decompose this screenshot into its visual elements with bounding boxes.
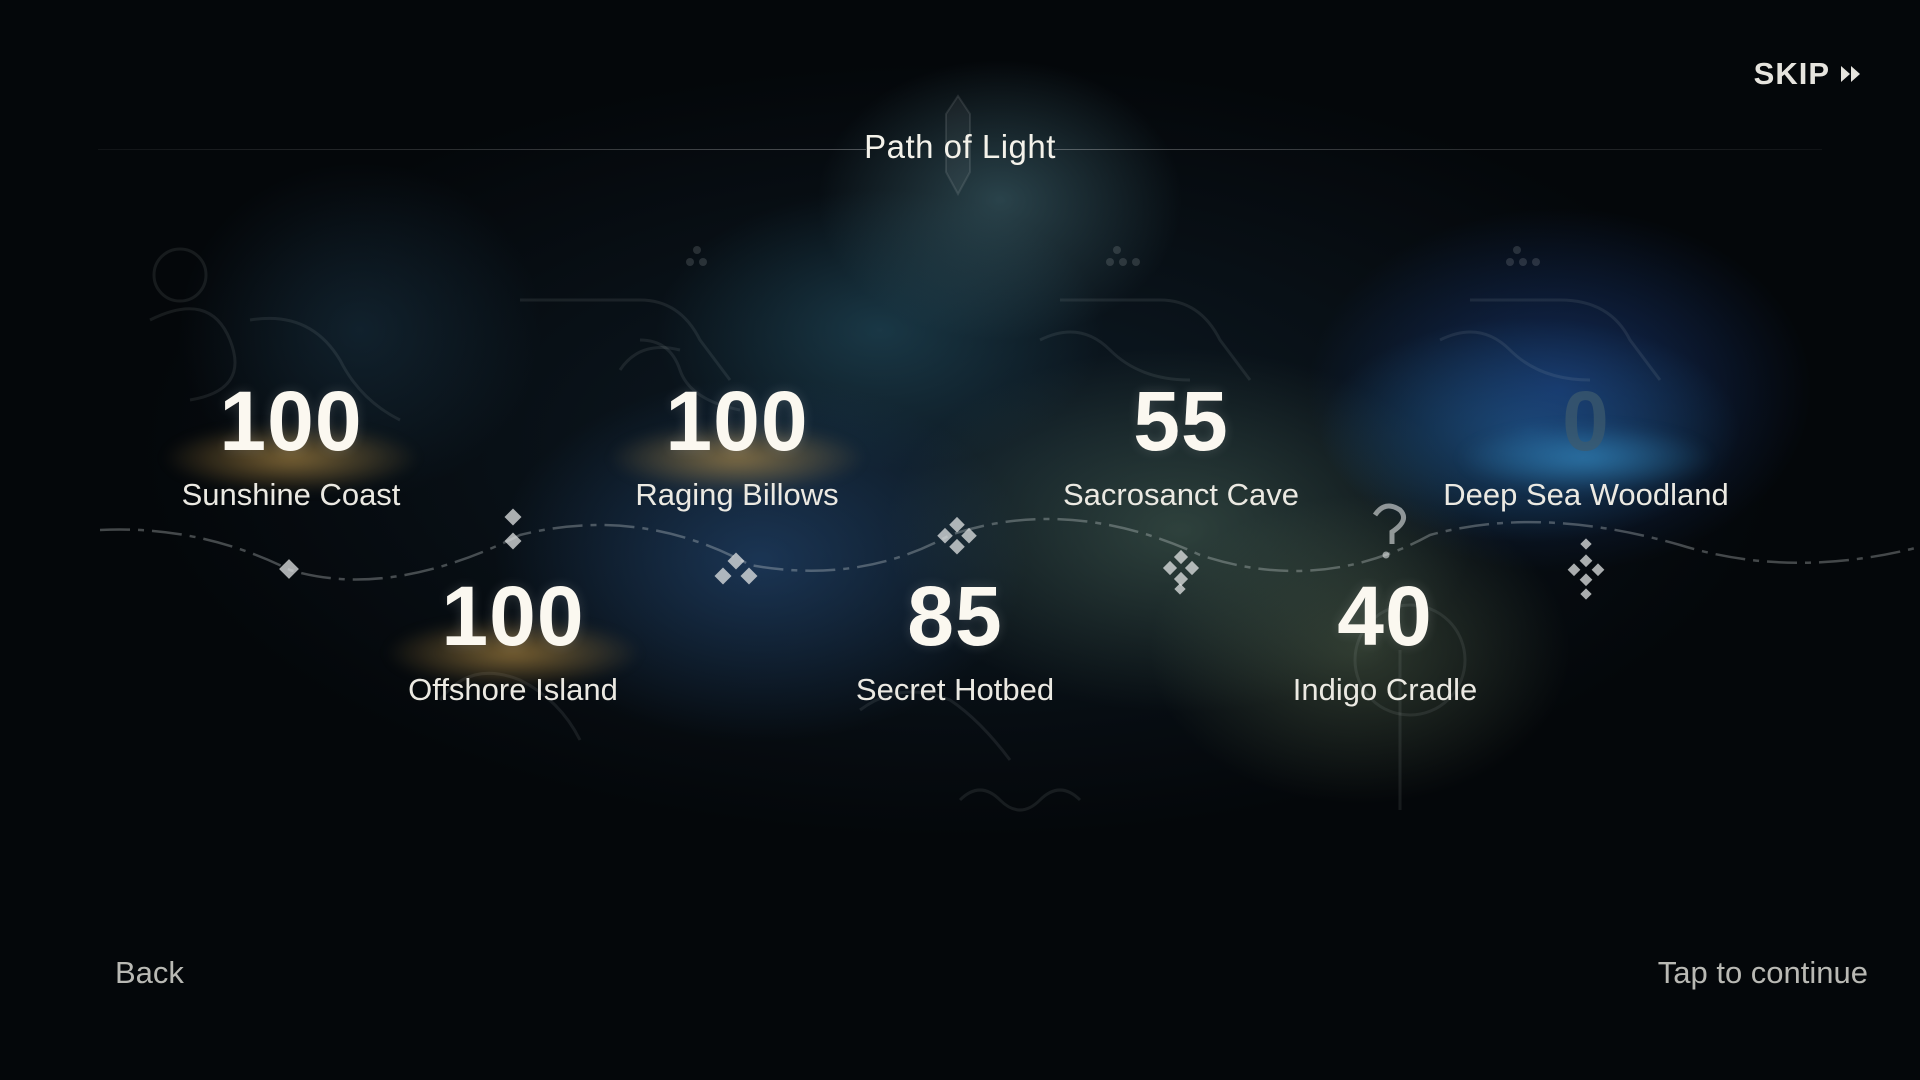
area-name: Raging Billows [635,477,839,512]
area-name: Indigo Cradle [1292,672,1478,707]
area-score: 100 [441,569,585,663]
page-title: Path of Light [864,128,1056,165]
area-name: Secret Hotbed [855,672,1055,707]
area-offshore-island: 100 Offshore Island [333,570,693,708]
area-score: 40 [1337,569,1433,663]
area-raging-billows: 100 Raging Billows [557,375,917,513]
area-secret-hotbed: 85 Secret Hotbed [775,570,1135,708]
title-rule-right [1054,149,1822,150]
area-name: Deep Sea Woodland [1443,477,1729,512]
tap-to-continue-prompt[interactable]: Tap to continue [1658,955,1868,991]
area-sunshine-coast: 100 Sunshine Coast [111,375,471,513]
area-name: Sacrosanct Cave [1062,477,1300,512]
results-screen[interactable]: Path of Light SKIP 100 Sunshine Coast 10… [0,0,1920,1080]
area-score: 100 [219,374,363,468]
area-score: 55 [1133,374,1229,468]
area-sacrosanct-cave: 55 Sacrosanct Cave [1001,375,1361,513]
fast-forward-icon [1841,66,1860,82]
area-indigo-cradle: 40 Indigo Cradle [1205,570,1565,708]
title-rule-left [98,149,866,150]
back-button[interactable]: Back [115,955,184,991]
area-score: 0 [1562,374,1610,468]
area-name: Sunshine Coast [181,477,401,512]
area-score: 85 [907,569,1003,663]
area-deep-sea-woodland: 0 Deep Sea Woodland [1406,375,1766,513]
area-name: Offshore Island [408,672,618,707]
skip-button[interactable]: SKIP [1754,56,1862,92]
area-score: 100 [665,374,809,468]
skip-label: SKIP [1753,56,1830,91]
